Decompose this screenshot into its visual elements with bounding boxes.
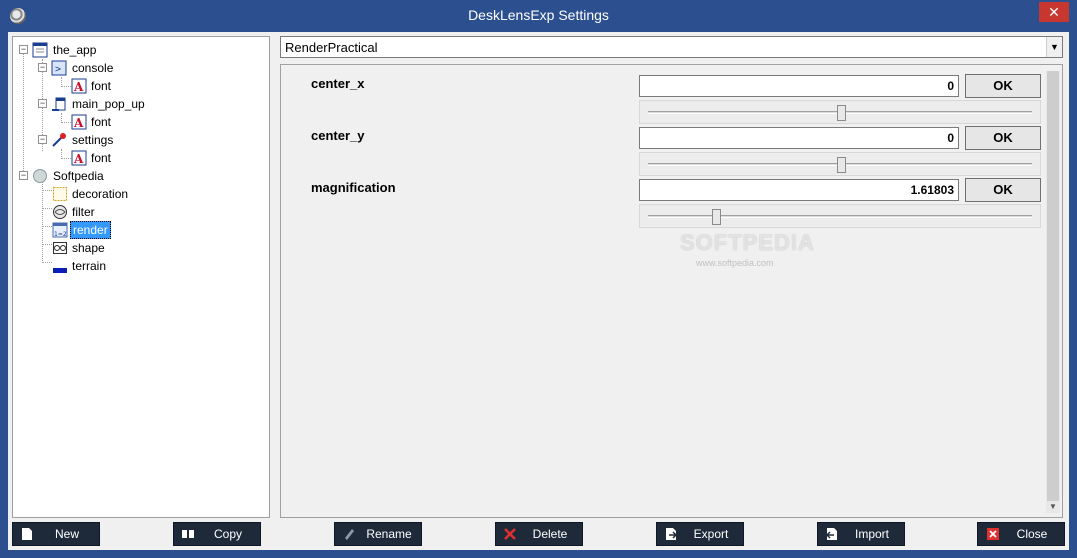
magnification-slider[interactable] <box>639 204 1041 228</box>
svg-text:A: A <box>73 80 84 94</box>
window-icon <box>32 42 48 58</box>
collapse-toggle[interactable]: − <box>38 63 47 72</box>
rename-button-label: Rename <box>366 527 412 541</box>
collapse-toggle[interactable]: − <box>38 99 47 108</box>
delete-button[interactable]: Delete <box>495 522 583 546</box>
tree-line <box>42 226 52 227</box>
import-button-label: Import <box>854 527 889 541</box>
delete-button-label: Delete <box>532 527 568 541</box>
scroll-down-arrow-icon[interactable]: ▼ <box>1046 501 1060 513</box>
rename-button[interactable]: Rename <box>334 522 422 546</box>
window-title: DeskLensExp Settings <box>468 7 609 23</box>
property-label-center-y: center_y <box>311 128 365 143</box>
tree-node-label: console <box>72 61 114 75</box>
properties-panel: center_x 0 OK center_y 0 OK magnificatio… <box>280 64 1063 518</box>
svg-text:A: A <box>73 116 84 130</box>
tree-node-label: font <box>91 79 112 93</box>
font-icon: A <box>71 150 87 166</box>
slider-thumb[interactable] <box>712 209 722 225</box>
shape-icon <box>53 242 67 254</box>
collapse-toggle[interactable]: − <box>19 171 28 180</box>
collapse-toggle[interactable]: − <box>38 135 47 144</box>
tree-node-label: settings <box>72 133 114 147</box>
tree-line <box>61 122 71 123</box>
tree-node-label: decoration <box>72 187 129 201</box>
slider-track <box>648 215 1032 218</box>
chevron-down-icon[interactable]: ▼ <box>1046 37 1062 57</box>
property-label-center-x: center_x <box>311 76 365 91</box>
settings-tree[interactable]: − the_app − > console A font − main_pop_… <box>12 36 270 518</box>
render-icon: 1=2 <box>52 222 68 238</box>
center-x-input[interactable]: 0 <box>639 75 959 97</box>
tree-line <box>61 86 71 87</box>
console-icon: > <box>51 60 67 76</box>
export-button-label: Export <box>693 527 729 541</box>
tree-line <box>42 244 52 245</box>
close-button-label: Close <box>1016 527 1048 541</box>
client-area: − the_app − > console A font − main_pop_… <box>8 32 1069 550</box>
tree-node-label: shape <box>72 241 105 255</box>
center-y-input[interactable]: 0 <box>639 127 959 149</box>
svg-text:A: A <box>73 152 84 166</box>
tree-node-label: render <box>70 221 111 239</box>
magnification-input[interactable]: 1.61803 <box>639 179 959 201</box>
export-button[interactable]: Export <box>656 522 744 546</box>
preset-dropdown[interactable]: RenderPractical ▼ <box>280 36 1063 58</box>
svg-text:>: > <box>55 64 61 75</box>
tree-node-label: the_app <box>53 43 97 57</box>
tree-node-label: filter <box>72 205 95 219</box>
font-icon: A <box>71 114 87 130</box>
magnification-ok-button[interactable]: OK <box>965 178 1041 202</box>
copy-button-label: Copy <box>213 527 242 541</box>
center-y-slider[interactable] <box>639 152 1041 176</box>
watermark-url: www.softpedia.com <box>696 258 774 268</box>
copy-button[interactable]: Copy <box>173 522 261 546</box>
window-close-button[interactable]: ✕ <box>1039 2 1069 22</box>
center-y-ok-button[interactable]: OK <box>965 126 1041 150</box>
lens-icon <box>33 169 47 183</box>
tree-line <box>23 51 24 173</box>
vertical-scrollbar[interactable]: ▼ <box>1046 71 1060 513</box>
tree-line <box>42 208 52 209</box>
svg-text:1=2: 1=2 <box>54 231 67 238</box>
collapse-toggle[interactable]: − <box>19 45 28 54</box>
new-button-label: New <box>54 527 79 541</box>
font-icon: A <box>71 78 87 94</box>
title-bar: DeskLensExp Settings ✕ <box>0 0 1077 32</box>
tree-line <box>42 190 52 191</box>
watermark-logo: SOFTPEDIA <box>680 230 815 255</box>
center-x-ok-button[interactable]: OK <box>965 74 1041 98</box>
tree-node-label: terrain <box>72 259 107 273</box>
tree-node-label: font <box>91 115 112 129</box>
property-label-magnification: magnification <box>311 180 396 195</box>
wrench-icon <box>52 133 66 147</box>
scrollbar-thumb[interactable] <box>1047 71 1059 501</box>
tree-line <box>61 158 71 159</box>
center-x-slider[interactable] <box>639 100 1041 124</box>
tree-node-label: main_pop_up <box>72 97 145 111</box>
tree-node-label: Softpedia <box>53 169 104 183</box>
popup-icon <box>52 97 66 111</box>
close-button[interactable]: Close <box>977 522 1065 546</box>
tree-line <box>42 262 52 263</box>
filter-icon <box>53 205 67 219</box>
slider-thumb[interactable] <box>836 105 846 121</box>
decoration-icon <box>53 187 67 201</box>
import-button[interactable]: Import <box>817 522 905 546</box>
preset-dropdown-value: RenderPractical <box>285 40 378 55</box>
terrain-icon <box>53 268 67 273</box>
slider-thumb[interactable] <box>836 157 846 173</box>
new-button[interactable]: New <box>12 522 100 546</box>
tree-node-label: font <box>91 151 112 165</box>
